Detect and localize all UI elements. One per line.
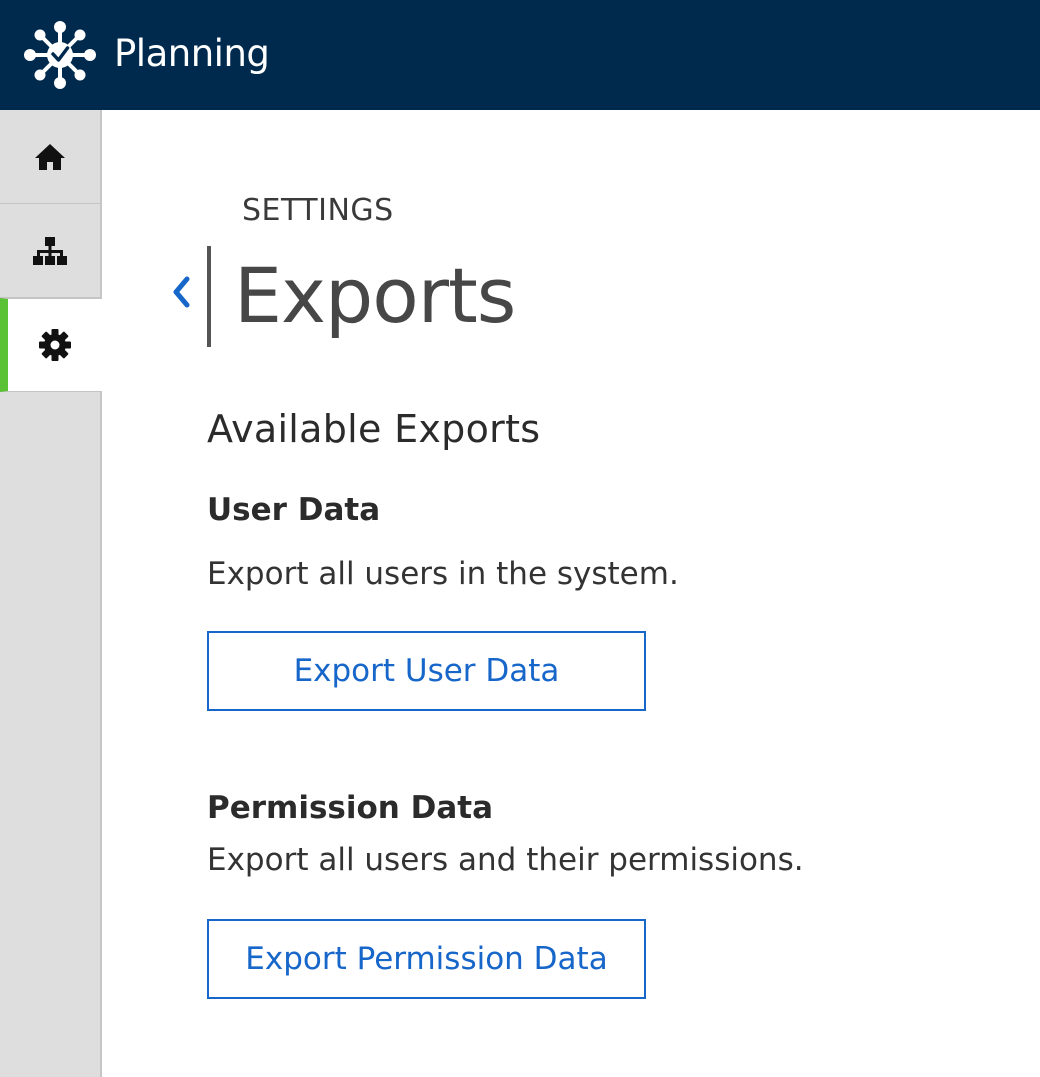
- title-divider: [207, 246, 211, 347]
- home-icon: [35, 143, 65, 170]
- network-hub-logo-icon[interactable]: [22, 19, 98, 91]
- gear-icon: [39, 329, 71, 361]
- top-bar: Planning: [0, 0, 1040, 110]
- page-title: Exports: [234, 251, 516, 340]
- org-chart-icon: [33, 236, 67, 265]
- chevron-left-icon[interactable]: [160, 268, 200, 318]
- sidebar-item-org-chart[interactable]: [0, 204, 100, 298]
- user-data-description: Export all users in the system.: [207, 556, 679, 592]
- export-permission-data-button[interactable]: Export Permission Data: [207, 919, 646, 999]
- permission-data-description: Export all users and their permissions.: [207, 842, 804, 878]
- available-exports-heading: Available Exports: [207, 407, 541, 451]
- sidebar-item-settings[interactable]: [0, 298, 102, 392]
- section-label: SETTINGS: [242, 193, 394, 228]
- export-user-data-button[interactable]: Export User Data: [207, 631, 646, 711]
- sidebar: [0, 110, 102, 1077]
- sidebar-item-home[interactable]: [0, 110, 100, 204]
- permission-data-heading: Permission Data: [207, 790, 494, 826]
- app-title: Planning: [114, 32, 270, 75]
- user-data-heading: User Data: [207, 492, 381, 528]
